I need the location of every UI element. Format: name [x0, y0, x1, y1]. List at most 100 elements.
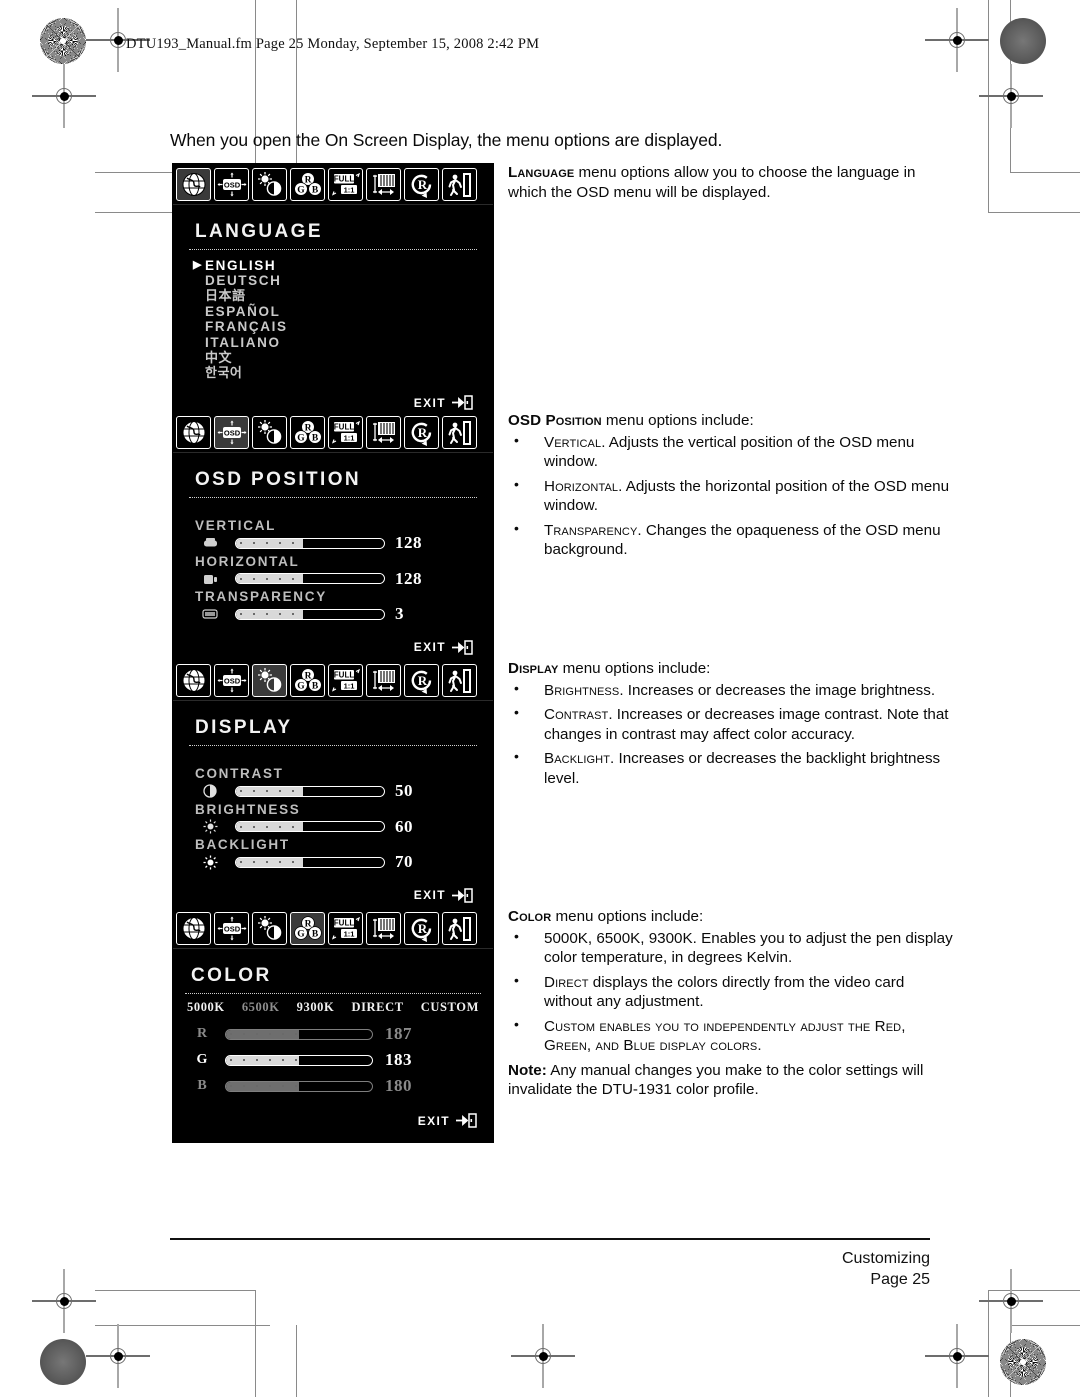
setting-slider[interactable]	[235, 537, 385, 549]
image-adjust-icon[interactable]	[366, 912, 401, 945]
setting-row-contrast: CONTRAST 50	[195, 766, 477, 801]
color-lead: Color menu options include:	[508, 908, 704, 925]
image-adjust-icon[interactable]	[366, 664, 401, 697]
color-bullets: 5000K, 6500K, 9300K. Enables you to adju…	[508, 928, 956, 1056]
setting-slider[interactable]	[235, 608, 385, 620]
language-option-list[interactable]: ▶ ENGLISH DEUTSCH 日本語 ESPAÑOL FRANÇAIS IT…	[193, 258, 477, 381]
channel-label: G	[196, 1052, 208, 1067]
osd-divider	[189, 745, 477, 746]
osd-exit-control[interactable]: EXIT	[185, 1113, 481, 1128]
list-item: Direct displays the colors directly from…	[508, 972, 956, 1012]
reset-icon[interactable]: R	[404, 664, 439, 697]
color-tab-9300k[interactable]: 9300K	[297, 1000, 335, 1015]
brightness-contrast-icon[interactable]	[252, 912, 287, 945]
figure-color: OSD RGB FULL 1:1 R COLOR 5000K 6500K 930…	[172, 907, 494, 1143]
language-option[interactable]: 中文	[193, 350, 477, 366]
backlight-icon	[195, 855, 225, 870]
color-channel-row-g: G 183	[191, 1047, 481, 1073]
svg-text:B: B	[311, 929, 318, 939]
setting-slider[interactable]	[235, 785, 385, 797]
footer-page-number: Page 25	[870, 1271, 930, 1289]
setting-slider[interactable]	[235, 573, 385, 585]
manual-page: DTU193_Manual.fm Page 25 Monday, Septemb…	[0, 0, 1080, 1397]
setting-row-horizontal: HORIZONTAL 128	[195, 554, 477, 589]
full-scaling-icon[interactable]: FULL 1:1	[328, 168, 363, 201]
channel-label: B	[197, 1078, 207, 1093]
color-tab-direct[interactable]: DIRECT	[351, 1000, 403, 1015]
language-option[interactable]: ESPAÑOL	[193, 304, 477, 319]
setting-value: 60	[395, 816, 413, 836]
globe-icon[interactable]	[176, 912, 211, 945]
language-option[interactable]: 한국어	[193, 366, 477, 381]
osd-title-display: DISPLAY	[195, 717, 293, 738]
list-item: Backlight. Increases or decreases the ba…	[508, 748, 956, 788]
exit-icon[interactable]	[442, 416, 477, 449]
language-option[interactable]: ITALIANO	[193, 335, 477, 350]
exit-icon[interactable]	[442, 912, 477, 945]
language-option[interactable]: FRANÇAIS	[193, 319, 477, 335]
setting-row-brightness: BRIGHTNESS 60	[195, 802, 477, 837]
svg-text:1:1: 1:1	[343, 929, 354, 938]
term-display: Display	[508, 660, 559, 677]
registration-mark-lower-right	[979, 1269, 1043, 1333]
osd-exit-control[interactable]: EXIT	[189, 887, 477, 903]
svg-text:1:1: 1:1	[343, 185, 354, 194]
reset-icon[interactable]: R	[404, 912, 439, 945]
language-option[interactable]: 日本語	[193, 289, 477, 304]
brightness-contrast-icon[interactable]	[252, 664, 287, 697]
svg-text:G: G	[297, 185, 305, 195]
reset-icon[interactable]: R	[404, 168, 439, 201]
rgb-color-icon[interactable]: RGB	[290, 912, 325, 945]
page-footer: Customizing Page 25	[430, 1248, 930, 1290]
osd-icon-bar[interactable]: OSD RGB FULL 1:1 R	[173, 660, 493, 701]
color-tab-6500k[interactable]: 6500K	[242, 1000, 280, 1015]
brightness-contrast-icon[interactable]	[252, 416, 287, 449]
osd-position-icon[interactable]: OSD	[214, 168, 249, 201]
color-tab-5000k[interactable]: 5000K	[187, 1000, 225, 1015]
display-bullets: Brightness. Increases or decreases the i…	[508, 680, 956, 789]
osd-position-icon[interactable]: OSD	[214, 912, 249, 945]
exit-icon[interactable]	[442, 664, 477, 697]
rgb-color-icon[interactable]: RGB	[290, 168, 325, 201]
setting-slider[interactable]	[235, 821, 385, 833]
osd-panel-display: OSD RGB FULL 1:1 R DISPLAY CONTRAST 50 B…	[172, 659, 494, 912]
setting-value: 128	[395, 533, 422, 553]
channel-slider[interactable]	[225, 1054, 373, 1066]
full-scaling-icon[interactable]: FULL 1:1	[328, 416, 363, 449]
svg-text:G: G	[297, 433, 305, 443]
osd-icon-bar[interactable]: OSD RGB FULL 1:1 R	[173, 412, 493, 453]
svg-text:R: R	[304, 671, 311, 681]
rgb-color-icon[interactable]: RGB	[290, 416, 325, 449]
osd-position-icon[interactable]: OSD	[214, 416, 249, 449]
channel-slider[interactable]	[225, 1028, 373, 1040]
reset-icon[interactable]: R	[404, 416, 439, 449]
svg-text:1:1: 1:1	[343, 433, 354, 442]
brightness-contrast-icon[interactable]	[252, 168, 287, 201]
image-adjust-icon[interactable]	[366, 416, 401, 449]
setting-slider[interactable]	[235, 856, 385, 868]
print-density-patch-bottom-left	[40, 1339, 86, 1385]
globe-icon[interactable]	[176, 168, 211, 201]
brightness-icon	[195, 819, 225, 834]
image-adjust-icon[interactable]	[366, 168, 401, 201]
term-vertical: Vertical	[544, 433, 602, 451]
color-temperature-tabs[interactable]: 5000K 6500K 9300K DIRECT CUSTOM	[187, 1000, 479, 1015]
osd-position-icon[interactable]: OSD	[214, 664, 249, 697]
globe-icon[interactable]	[176, 416, 211, 449]
term-horizontal: Horizontal	[544, 477, 619, 495]
osd-icon-bar[interactable]: OSD RGB FULL 1:1 R	[173, 908, 493, 949]
term-direct: Direct	[544, 973, 589, 991]
channel-slider[interactable]	[225, 1080, 373, 1092]
rgb-color-icon[interactable]: RGB	[290, 664, 325, 697]
language-option[interactable]: DEUTSCH	[193, 273, 477, 288]
full-scaling-icon[interactable]: FULL 1:1	[328, 664, 363, 697]
osd-exit-control[interactable]: EXIT	[189, 639, 477, 655]
globe-icon[interactable]	[176, 664, 211, 697]
term-custom: Custom	[544, 1017, 596, 1035]
osd-icon-bar[interactable]: OSD RGB FULL 1:1 R	[173, 164, 493, 205]
osd-exit-control[interactable]: EXIT	[189, 395, 477, 410]
color-tab-custom[interactable]: CUSTOM	[421, 1000, 479, 1015]
exit-icon[interactable]	[442, 168, 477, 201]
language-option[interactable]: ▶ ENGLISH	[193, 258, 477, 273]
full-scaling-icon[interactable]: FULL 1:1	[328, 912, 363, 945]
